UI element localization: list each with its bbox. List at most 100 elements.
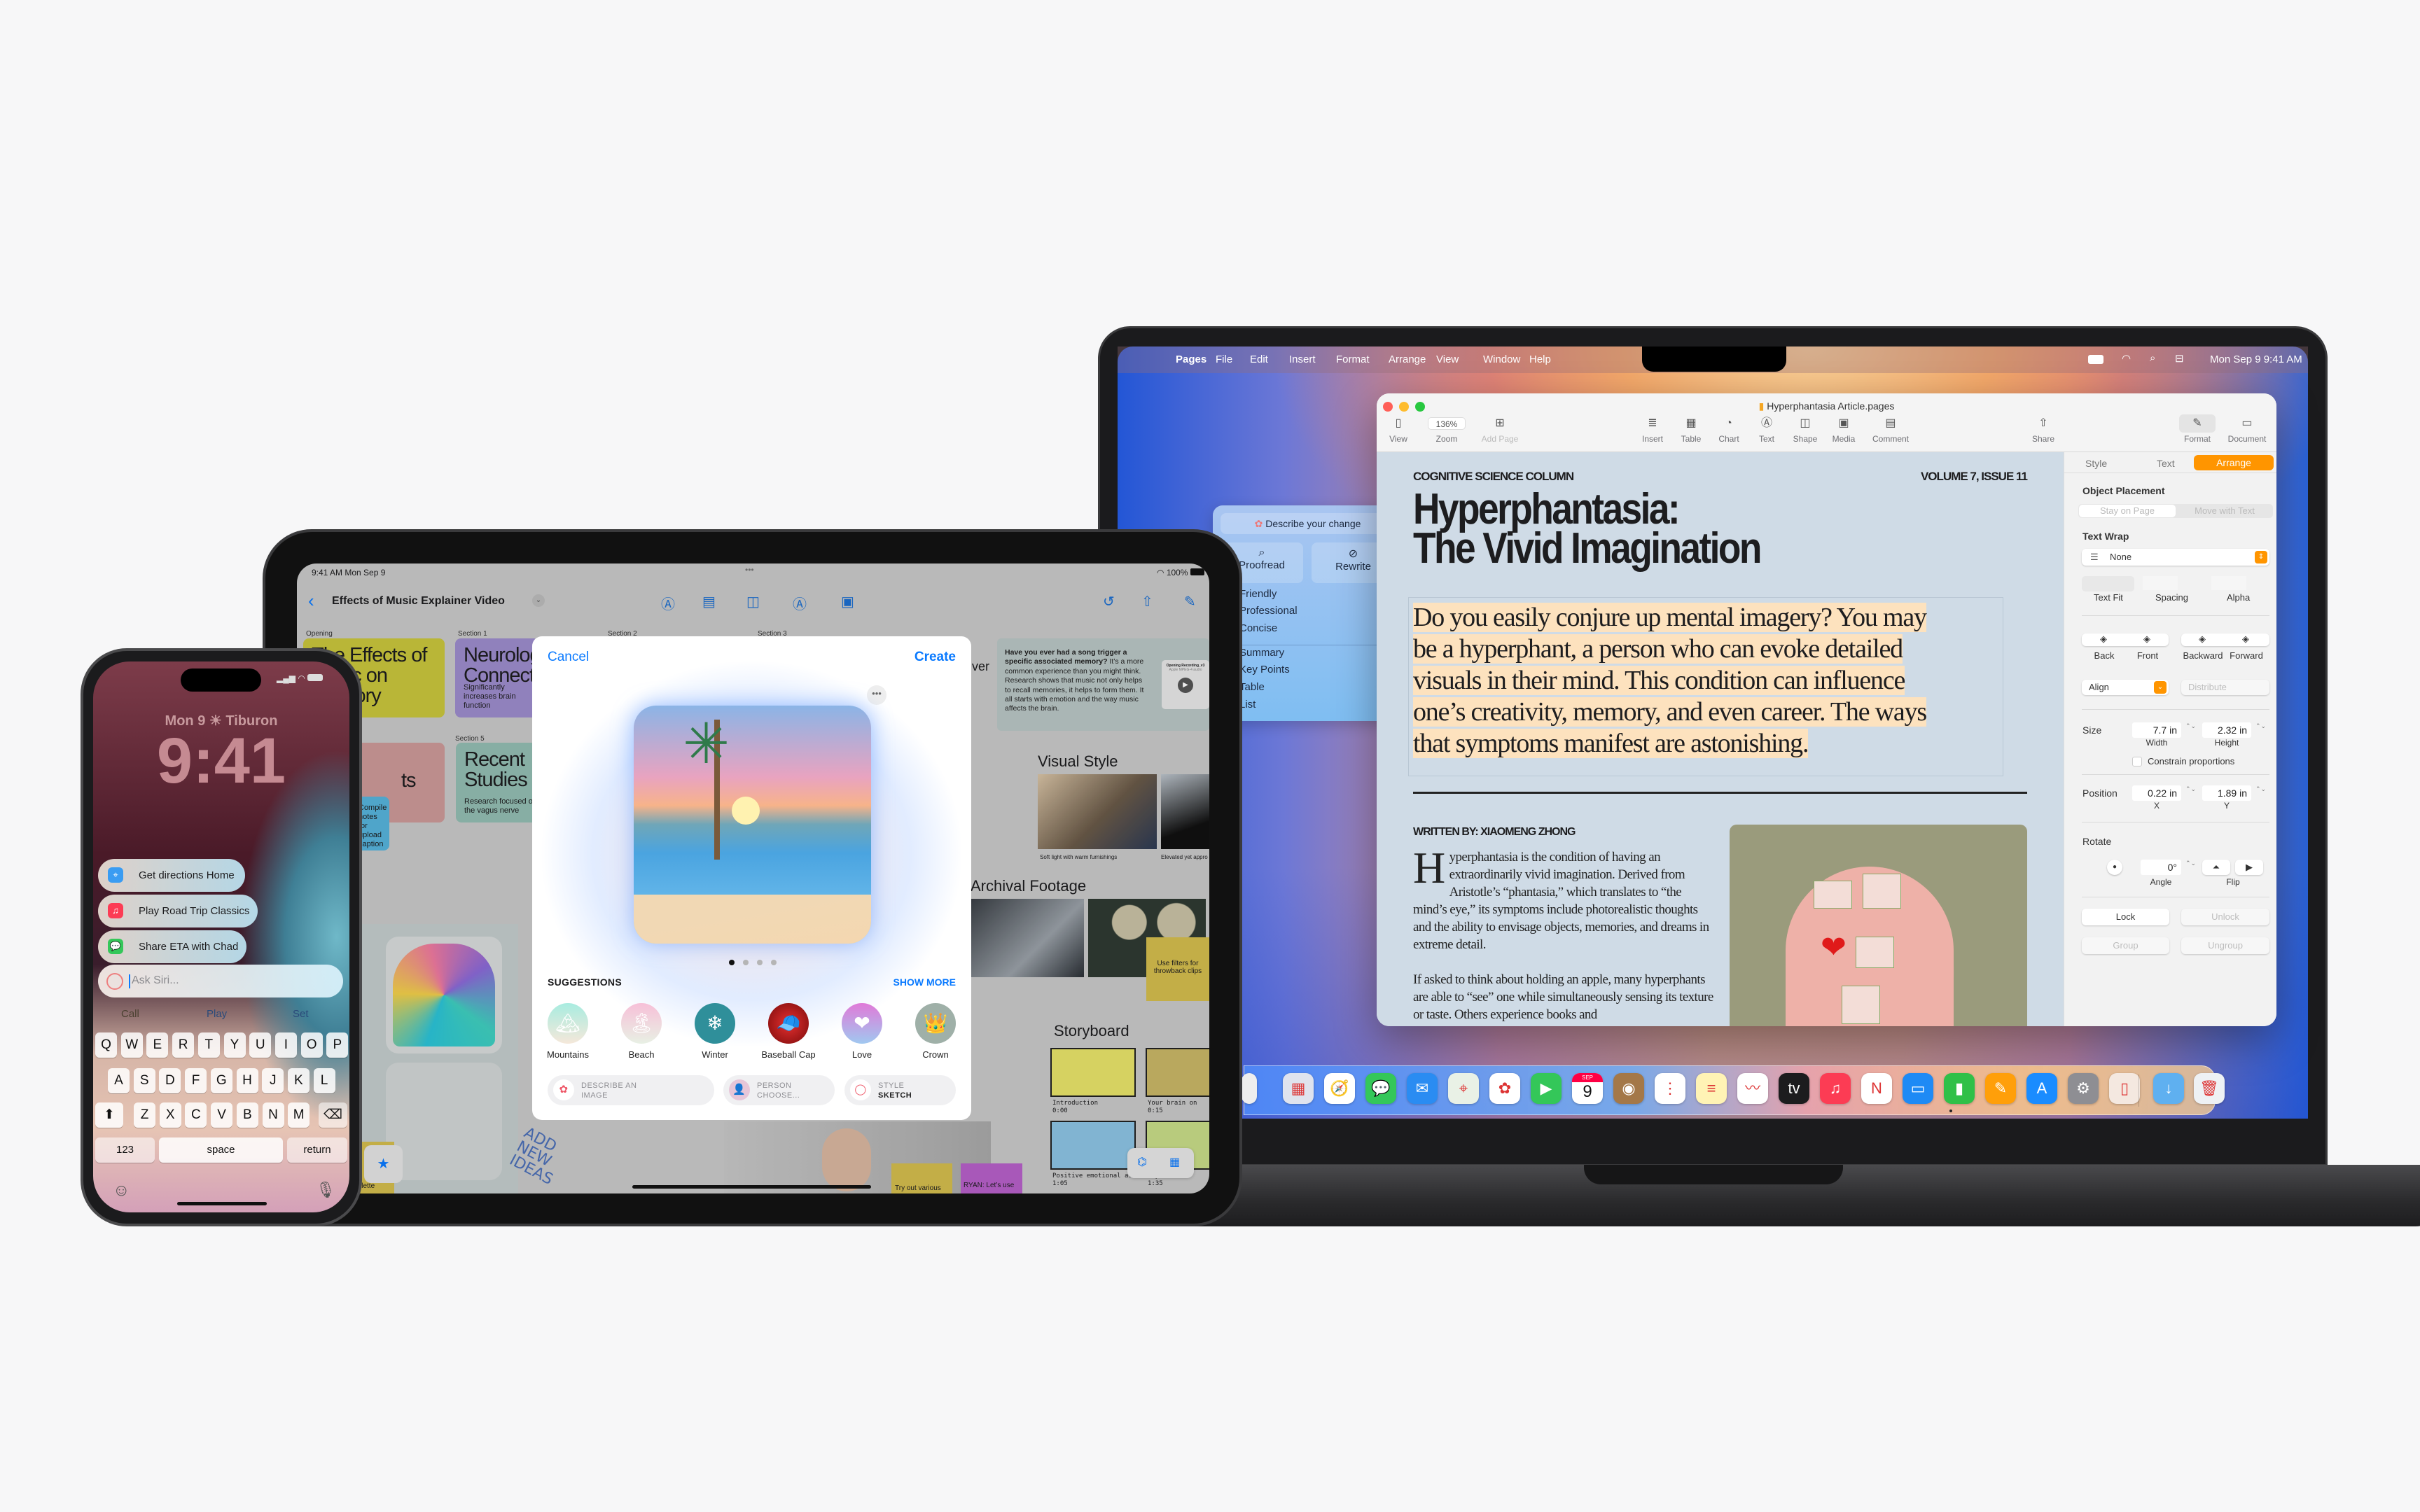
selected-text-box[interactable]: Do you easily conjure up mental imagery?… [1408,597,2003,776]
key-z[interactable]: Z [134,1102,155,1128]
toolbar-document-button[interactable]: ▭ Document [2228,417,2267,444]
key-n[interactable]: N [262,1102,284,1128]
dock-tv-icon[interactable]: tv [1779,1073,1809,1104]
dock-trash-icon[interactable]: 🗑 [2194,1073,2225,1104]
tab-style[interactable]: Style [2085,458,2107,469]
more-options-button[interactable]: ••• [867,685,886,705]
dock-iphone-mirroring-icon[interactable]: ▯ [2109,1073,2140,1104]
suggestion-love-button[interactable]: ❤ [842,1003,882,1044]
suggestion-baseball-cap-button[interactable]: 🧢 [768,1003,809,1044]
cancel-button[interactable]: Cancel [548,650,589,665]
suggestion-mountains-button[interactable]: 🏔 [548,1003,588,1044]
home-indicator[interactable] [177,1202,267,1205]
writing-tool-concise[interactable]: Concise [1239,622,1277,634]
layer-forward-icon[interactable]: ◈ [2242,634,2249,645]
show-more-button[interactable]: SHOW MORE [893,976,956,988]
writing-tool-summary[interactable]: Summary [1239,647,1284,659]
position-y-field-stepper[interactable]: ⌃⌄ [2255,785,2266,801]
key-j[interactable]: J [262,1068,284,1093]
dock-contacts-icon[interactable]: ◉ [1613,1073,1644,1104]
toolbar-insert-button[interactable]: ≣ Insert [1642,417,1663,444]
wifi-icon[interactable]: ◠ [2122,352,2131,365]
dock-music-icon[interactable]: ♫ [1820,1073,1851,1104]
siri-suggestion[interactable]: 💬 Share ETA with Chad [98,930,246,963]
dock-downloads-icon[interactable]: ↓ [2153,1073,2184,1104]
constrain-proportions-checkbox[interactable] [2132,757,2142,766]
control-center-icon[interactable]: ⊟ [2175,352,2184,365]
angle-stepper[interactable]: ⌃⌄ [2185,860,2196,875]
dock-partial-icon[interactable] [1242,1073,1257,1104]
key-d[interactable]: D [159,1068,181,1093]
create-button[interactable]: Create [915,650,956,665]
rotate-wheel[interactable]: ● [2107,860,2122,875]
position-x-field[interactable]: 0.22 in [2132,785,2181,801]
dock-facetime-icon[interactable]: ▶ [1531,1073,1562,1104]
generated-image-pool-sunset[interactable]: ✳ [634,706,871,944]
key-c[interactable]: C [185,1102,207,1128]
suggestion-crown-button[interactable]: 👑 [915,1003,956,1044]
key-x[interactable]: X [159,1102,181,1128]
size-height-field[interactable]: 2.32 in [2202,722,2251,738]
writing-tool-friendly[interactable]: Friendly [1239,588,1277,600]
menubar-clock[interactable]: Mon Sep 9 9:41 AM [2210,354,2302,365]
toolbar-share-button[interactable]: ⇧ Share [2032,417,2054,444]
toolbar-table-button[interactable]: ▦ Table [1681,417,1702,444]
key-r[interactable]: R [172,1032,195,1058]
describe-image-button[interactable]: ✿ DESCRIBE AN IMAGE [548,1075,714,1105]
key-b[interactable]: B [236,1102,258,1128]
predictive-call[interactable]: Call [121,1008,139,1020]
layer-backward-button[interactable]: Backward [2183,650,2223,661]
writing-tool-key-points[interactable]: Key Points [1239,664,1290,676]
menu-arrange[interactable]: Arrange [1389,354,1426,365]
writing-tool-table[interactable]: Table [1239,681,1265,693]
layer-backward-icon[interactable]: ◈ [2199,634,2206,645]
menu-insert[interactable]: Insert [1289,354,1316,365]
position-x-field-stepper[interactable]: ⌃⌄ [2185,785,2196,801]
toolbar-shape-button[interactable]: ◫ Shape [1793,417,1818,444]
dock-freeform-icon[interactable]: 〰 [1737,1073,1768,1104]
align-select[interactable]: Align ⌄ [2082,680,2169,695]
key-o[interactable]: O [300,1032,323,1058]
shift-key[interactable]: ⬆ [95,1102,123,1128]
key-h[interactable]: H [236,1068,258,1093]
lock-button[interactable]: Lock [2082,909,2169,925]
key-l[interactable]: L [313,1068,335,1093]
key-s[interactable]: S [133,1068,155,1093]
dock-safari-icon[interactable]: 🧭 [1324,1073,1355,1104]
dock-mail-icon[interactable]: ✉ [1407,1073,1438,1104]
layer-back-button[interactable]: Back [2094,650,2115,661]
writing-tool-professional[interactable]: Professional [1239,605,1298,617]
siri-suggestion[interactable]: ⌖ Get directions Home [98,859,245,892]
stay-on-page-option[interactable]: Stay on Page [2079,505,2176,517]
person-choose-button[interactable]: 👤 PERSON CHOOSE... [723,1075,835,1105]
move-with-text-option[interactable]: Move with Text [2176,505,2273,517]
dock-pages-icon[interactable]: ✎ [1985,1073,2016,1104]
toolbar-view-button[interactable]: ▯ View [1389,417,1407,444]
flip-vertical-button[interactable]: ⏶ [2202,860,2230,875]
key-e[interactable]: E [146,1032,169,1058]
emoji-icon[interactable]: ☺ [113,1181,130,1200]
suggestion-beach-button[interactable]: 🏝 [621,1003,662,1044]
battery-icon[interactable] [2088,355,2103,364]
head-drawers-illustration[interactable]: ❤ [1730,825,2027,1026]
key-i[interactable]: I [274,1032,297,1058]
dock-photos-icon[interactable]: ✿ [1489,1073,1520,1104]
menu-format[interactable]: Format [1336,354,1370,365]
dock-settings-icon[interactable]: ⚙ [2068,1073,2099,1104]
dock-keynote-icon[interactable]: ▭ [1903,1073,1933,1104]
tab-text[interactable]: Text [2157,458,2175,469]
predictive-play[interactable]: Play [207,1008,227,1020]
page-dot[interactable] [743,960,749,965]
ask-siri-input[interactable]: Ask Siri... [98,965,343,997]
layer-front-icon[interactable]: ◈ [2143,634,2150,645]
menu-edit[interactable]: Edit [1250,354,1268,365]
style-sketch-button[interactable]: ◯ STYLE SKETCH [844,1075,956,1105]
zoom-select[interactable]: 136% [1428,417,1466,430]
toolbar-media-button[interactable]: ▣ Media [1833,417,1856,444]
key-k[interactable]: K [287,1068,310,1093]
dock-numbers-icon[interactable]: ▮ [1944,1073,1975,1104]
dock-news-icon[interactable]: N [1861,1073,1892,1104]
size-height-field-stepper[interactable]: ⌃⌄ [2255,722,2266,738]
key-m[interactable]: M [288,1102,310,1128]
position-y-field[interactable]: 1.89 in [2202,785,2251,801]
